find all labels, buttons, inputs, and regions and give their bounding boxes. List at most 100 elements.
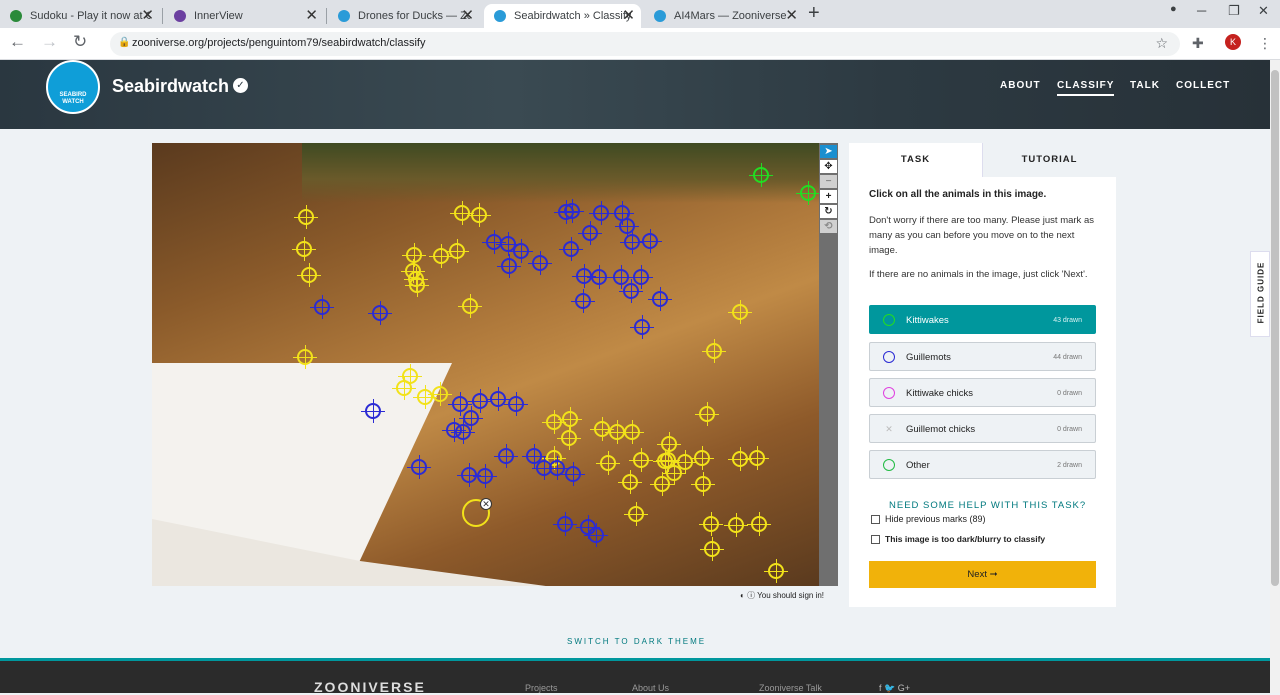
field-guide-tab[interactable]: FIELD GUIDE <box>1250 251 1270 337</box>
next-button[interactable]: Next ➞ <box>869 561 1096 588</box>
kittiwake-mark[interactable] <box>745 446 769 470</box>
kittiwake-mark[interactable] <box>724 513 748 537</box>
restore-button[interactable]: ❐ <box>1228 3 1240 19</box>
project-title[interactable]: Seabirdwatch <box>112 76 229 97</box>
guillemot-mark[interactable] <box>620 230 644 254</box>
bookmark-star-icon[interactable]: ☆ <box>1155 35 1168 52</box>
info-icon[interactable]: ⓘ <box>747 591 755 600</box>
kittiwake-mark[interactable] <box>629 448 653 472</box>
tool-other[interactable]: Other 2 drawn <box>869 450 1096 479</box>
kittiwake-mark[interactable] <box>402 243 426 267</box>
guillemot-mark[interactable] <box>589 201 613 225</box>
kittiwake-mark[interactable] <box>445 239 469 263</box>
kittiwake-mark[interactable] <box>747 512 771 536</box>
guillemot-mark[interactable] <box>407 455 431 479</box>
kittiwake-mark[interactable] <box>620 420 644 444</box>
tab-search-icon[interactable]: ● <box>1170 3 1177 15</box>
profile-avatar[interactable]: K <box>1225 34 1241 50</box>
kittiwake-mark[interactable] <box>618 470 642 494</box>
subject-image[interactable]: ✕ <box>152 143 819 586</box>
hide-marks-checkbox[interactable]: Hide previous marks (89) <box>871 514 986 524</box>
kittiwake-mark[interactable] <box>662 461 686 485</box>
guillemot-mark[interactable] <box>310 295 334 319</box>
browser-tab-ai4mars[interactable]: AI4Mars — Zooniverse ✕ <box>644 4 804 28</box>
scrollbar-thumb[interactable] <box>1271 70 1279 586</box>
social-icons[interactable]: f 🐦 G+ <box>879 683 910 694</box>
kittiwake-mark[interactable] <box>428 382 452 406</box>
kittiwake-mark[interactable] <box>450 201 474 225</box>
rotate-icon[interactable]: ↻ <box>820 205 837 218</box>
guillemot-mark[interactable] <box>638 229 662 253</box>
pointer-tool-icon[interactable]: ➤ <box>820 145 837 158</box>
kittiwake-mark[interactable] <box>728 300 752 324</box>
kittiwake-mark[interactable] <box>293 345 317 369</box>
close-tab-icon[interactable]: ✕ <box>141 7 154 25</box>
too-dark-checkbox[interactable]: This image is too dark/blurry to classif… <box>871 534 1045 544</box>
kittiwake-mark[interactable] <box>596 451 620 475</box>
kittiwake-mark[interactable] <box>292 237 316 261</box>
switch-dark-theme-button[interactable]: SWITCH TO DARK THEME <box>567 637 706 646</box>
kittiwake-mark[interactable] <box>702 339 726 363</box>
tool-kittiwake-chicks[interactable]: Kittiwake chicks 0 drawn <box>869 378 1096 407</box>
minimize-button[interactable]: ─ <box>1197 3 1206 18</box>
browser-tab-drones-for-ducks[interactable]: Drones for Ducks — Zooniverse✕ <box>328 4 480 28</box>
seabirdwatch-logo[interactable]: SEABIRD WATCH <box>46 60 100 114</box>
address-bar[interactable]: 🔒 zooniverse.org/projects/penguintom79/s… <box>110 32 1180 56</box>
kittiwake-mark[interactable] <box>624 502 648 526</box>
guillemot-mark[interactable] <box>648 287 672 311</box>
guillemot-mark[interactable] <box>584 523 608 547</box>
guillemot-mark[interactable] <box>442 418 466 442</box>
guillemot-mark[interactable] <box>509 239 533 263</box>
checkbox[interactable] <box>871 514 880 524</box>
browser-tab-sudoku[interactable]: Sudoku - Play it now at Coolm✕ <box>0 4 160 28</box>
guillemot-mark[interactable] <box>494 444 518 468</box>
nav-about[interactable]: ABOUT <box>1000 80 1041 91</box>
kittiwake-mark[interactable] <box>690 446 714 470</box>
kittiwake-mark[interactable] <box>467 203 491 227</box>
tab-tutorial[interactable]: TUTORIAL <box>982 143 1116 177</box>
close-tab-icon[interactable]: ✕ <box>461 7 474 25</box>
tab-task[interactable]: TASK <box>849 143 982 177</box>
guillemot-mark[interactable] <box>468 389 492 413</box>
guillemot-mark[interactable] <box>587 265 611 289</box>
kittiwake-mark[interactable] <box>458 294 482 318</box>
close-tab-icon[interactable]: ✕ <box>785 7 798 25</box>
contrast-icon[interactable]: ◐ <box>740 591 745 600</box>
close-tab-icon[interactable]: ✕ <box>622 7 635 25</box>
need-help-link[interactable]: NEED SOME HELP WITH THIS TASK? <box>889 500 1086 511</box>
close-tab-icon[interactable]: ✕ <box>305 7 318 25</box>
kittiwake-mark[interactable] <box>404 267 428 291</box>
kittiwake-mark[interactable] <box>558 407 582 431</box>
kittiwake-mark[interactable] <box>542 410 566 434</box>
tool-guillemots[interactable]: Guillemots 44 drawn <box>869 342 1096 371</box>
tool-guillemot-chicks[interactable]: ✕ Guillemot chicks 0 drawn <box>869 414 1096 443</box>
back-arrow-icon[interactable]: ← <box>9 32 26 52</box>
delete-mark-icon[interactable]: ✕ <box>480 498 492 510</box>
guillemot-mark[interactable] <box>560 199 584 223</box>
zoom-out-icon[interactable]: − <box>820 175 837 188</box>
other-mark[interactable] <box>749 163 773 187</box>
kittiwake-mark[interactable] <box>728 447 752 471</box>
url-text[interactable]: zooniverse.org/projects/penguintom79/sea… <box>132 37 426 49</box>
nav-talk[interactable]: TALK <box>1130 80 1160 91</box>
guillemot-mark[interactable] <box>368 301 392 325</box>
footer-link-projects[interactable]: Projects <box>525 683 558 693</box>
checkbox[interactable] <box>871 534 880 544</box>
reload-icon[interactable]: ↻ <box>73 32 87 52</box>
nav-collect[interactable]: COLLECT <box>1176 80 1230 91</box>
guillemot-mark[interactable] <box>609 265 633 289</box>
kittiwake-mark[interactable] <box>691 472 715 496</box>
nav-classify[interactable]: CLASSIFY <box>1057 80 1115 96</box>
pan-tool-icon[interactable]: ✥ <box>820 160 837 173</box>
guillemot-mark[interactable] <box>361 399 385 423</box>
kittiwake-mark[interactable] <box>764 559 788 583</box>
forward-arrow-icon[interactable]: → <box>41 32 58 52</box>
guillemot-mark[interactable] <box>630 315 654 339</box>
kittiwake-mark[interactable] <box>413 385 437 409</box>
guillemot-mark[interactable] <box>578 221 602 245</box>
new-tab-button[interactable]: + <box>808 2 820 25</box>
browser-tab-innerview[interactable]: InnerView ✕ <box>164 4 324 28</box>
kittiwake-mark[interactable] <box>700 537 724 561</box>
guillemot-mark[interactable] <box>473 464 497 488</box>
guillemot-mark[interactable] <box>559 237 583 261</box>
